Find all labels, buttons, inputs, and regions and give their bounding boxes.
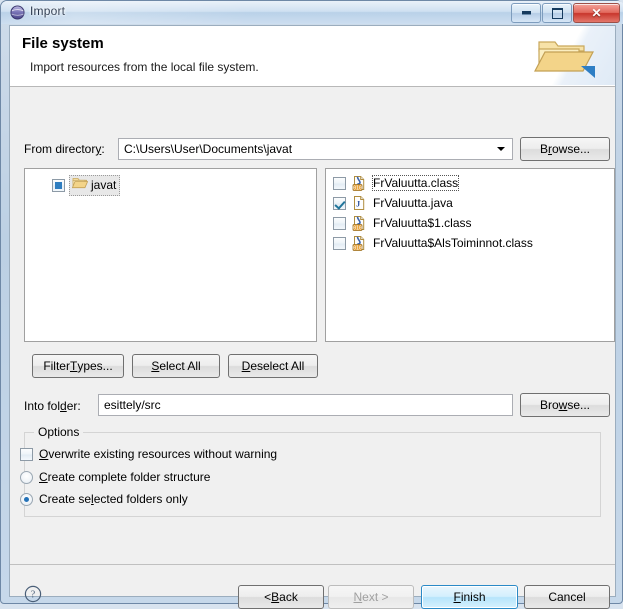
file-checkbox[interactable] (333, 196, 346, 210)
eclipse-globe-icon (10, 5, 25, 20)
from-directory-combo[interactable]: C:\Users\User\Documents\javat (118, 138, 513, 160)
file-checkbox[interactable] (333, 236, 346, 250)
list-item[interactable]: J FrValuutta.java (333, 194, 454, 212)
overwrite-checkbox[interactable] (20, 447, 33, 461)
window-title: Import (30, 4, 66, 18)
option-label: Create selected folders only (39, 492, 188, 506)
list-item[interactable]: 010 FrValuutta$1.class (333, 214, 473, 232)
option-label: Overwrite existing resources without war… (39, 447, 278, 461)
file-checkbox[interactable] (333, 176, 346, 190)
into-folder-input[interactable]: esittely/src (98, 394, 513, 416)
option-create-selected-folders-only[interactable]: Create selected folders only (20, 492, 188, 506)
file-name: FrValuutta$1.class (373, 216, 472, 230)
file-checkbox[interactable] (333, 216, 346, 230)
tree-item-label: javat (91, 177, 117, 192)
page-title: File system (22, 35, 104, 52)
folder-tree-panel[interactable]: javat (24, 168, 317, 342)
deselect-all-button[interactable]: Deselect All (228, 354, 318, 378)
open-folder-banner-icon (533, 32, 597, 85)
close-button[interactable]: ✕ (573, 3, 620, 23)
svg-text:J: J (356, 200, 360, 209)
list-item[interactable]: 010 FrValuutta.class (333, 174, 460, 192)
close-icon: ✕ (591, 6, 602, 20)
class-file-icon: 010 (351, 175, 367, 191)
into-folder-label: Into folder: (24, 399, 81, 413)
file-name: FrValuutta.class (372, 175, 460, 191)
next-button: Next > (328, 585, 414, 609)
from-directory-value: C:\Users\User\Documents\javat (124, 142, 293, 156)
svg-text:010: 010 (353, 225, 362, 231)
browse-directory-button[interactable]: Br owse... (520, 137, 610, 161)
minimize-icon (512, 4, 540, 22)
svg-text:010: 010 (353, 245, 362, 251)
file-list-panel[interactable]: 010 FrValuutta.class J FrValuutta.java 0… (325, 168, 615, 342)
maximize-icon (543, 4, 571, 22)
footer-separator (10, 564, 615, 565)
into-folder-value: esittely/src (104, 398, 161, 412)
create-selected-radio[interactable] (20, 492, 33, 506)
import-dialog-window: Import ✕ File system Import resources fr… (0, 0, 623, 609)
title-bar[interactable]: Import ✕ (1, 1, 623, 24)
open-folder-icon (71, 176, 89, 194)
browse-into-folder-button[interactable]: Bro w se... (520, 393, 610, 417)
tree-item-javat[interactable]: javat (52, 175, 121, 196)
dialog-client-area: File system Import resources from the lo… (9, 25, 616, 609)
tree-item-label-wrap[interactable]: javat (69, 175, 121, 196)
page-description: Import resources from the local file sys… (30, 60, 259, 74)
from-directory-label: From directory: (24, 142, 105, 156)
class-file-icon: 010 (351, 235, 367, 251)
select-all-button[interactable]: Select All (132, 354, 220, 378)
java-file-icon: J (351, 195, 367, 211)
option-create-complete-folder-structure[interactable]: Create complete folder structure (20, 470, 210, 484)
finish-button[interactable]: Finish (421, 585, 518, 609)
cancel-button[interactable]: Cancel (524, 585, 610, 609)
option-label: Create complete folder structure (39, 470, 211, 484)
window-controls: ✕ (511, 3, 620, 23)
options-legend: Options (34, 425, 84, 439)
minimize-button[interactable] (511, 3, 541, 23)
class-file-icon: 010 (351, 215, 367, 231)
option-overwrite-existing[interactable]: Overwrite existing resources without war… (20, 447, 277, 461)
file-name: FrValuutta.java (373, 196, 453, 210)
maximize-button[interactable] (542, 3, 572, 23)
file-name: FrValuutta$AlsToiminnot.class (373, 236, 533, 250)
create-complete-radio[interactable] (20, 470, 33, 484)
svg-text:?: ? (31, 590, 36, 601)
back-button[interactable]: < Back (238, 585, 324, 609)
help-question-icon[interactable]: ? (24, 585, 42, 608)
wizard-header: File system Import resources from the lo… (10, 26, 615, 87)
list-item[interactable]: 010 FrValuutta$AlsToiminnot.class (333, 234, 534, 252)
tree-item-checkbox[interactable] (52, 179, 65, 192)
chevron-down-icon[interactable] (494, 139, 508, 159)
filter-types-button[interactable]: Filter Types... (32, 354, 124, 378)
svg-text:010: 010 (353, 185, 362, 191)
